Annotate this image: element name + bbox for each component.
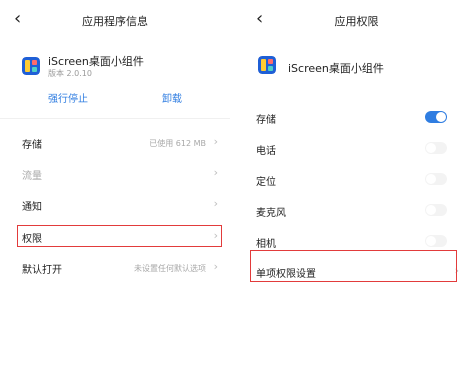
app-permissions-panel: ‹ 应用权限 iScreen桌面小组件 存储 电话 定位 麦克风 相机 单项权限…: [242, 0, 471, 374]
row-data-usage[interactable]: 流量 ›: [0, 159, 230, 187]
permissions-header: ‹ 应用权限: [242, 10, 471, 30]
permission-phone[interactable]: 电话: [242, 134, 471, 162]
chevron-right-icon: ›: [213, 166, 218, 179]
row-value: 未设置任何默认选项: [134, 264, 206, 273]
app-name: iScreen桌面小组件: [48, 55, 144, 68]
row-label: 存储: [256, 115, 276, 126]
divider: [0, 118, 230, 119]
phone-toggle[interactable]: [425, 142, 447, 154]
row-label: 存储: [22, 140, 42, 151]
force-stop-button[interactable]: 强行停止: [48, 90, 88, 105]
row-label: 定位: [256, 177, 276, 188]
permission-storage[interactable]: 存储: [242, 103, 471, 131]
highlight-box: [250, 250, 457, 282]
app-name: iScreen桌面小组件: [288, 62, 384, 75]
uninstall-button[interactable]: 卸载: [162, 90, 182, 105]
row-label: 通知: [22, 202, 42, 213]
app-summary: iScreen桌面小组件 版本 2.0.10: [0, 52, 230, 80]
chevron-right-icon: ›: [213, 260, 218, 273]
row-notifications[interactable]: 通知 ›: [0, 190, 230, 218]
app-info-panel: ‹ 应用程序信息 iScreen桌面小组件 版本 2.0.10 强行停止 卸载 …: [0, 0, 230, 374]
iscreen-app-icon: [258, 56, 276, 74]
microphone-toggle[interactable]: [425, 204, 447, 216]
row-storage[interactable]: 存储 已使用 612 MB ›: [0, 128, 230, 156]
app-info-header: ‹ 应用程序信息: [0, 10, 230, 30]
toggle-knob: [426, 143, 436, 153]
permission-microphone[interactable]: 麦克风: [242, 196, 471, 224]
row-label: 相机: [256, 239, 276, 250]
row-value: 已使用 612 MB: [149, 139, 206, 148]
page-title: 应用程序信息: [82, 15, 148, 28]
row-label: 默认打开: [22, 265, 62, 276]
iscreen-app-icon: [22, 57, 40, 75]
toggle-knob: [436, 112, 446, 122]
row-label: 电话: [256, 146, 276, 157]
storage-toggle[interactable]: [425, 111, 447, 123]
toggle-knob: [426, 205, 436, 215]
camera-toggle[interactable]: [425, 235, 447, 247]
row-default-open[interactable]: 默认打开 未设置任何默认选项 ›: [0, 253, 230, 281]
chevron-right-icon: ›: [213, 135, 218, 148]
page-title: 应用权限: [334, 15, 379, 28]
highlight-box: [17, 225, 222, 247]
permission-location[interactable]: 定位: [242, 165, 471, 193]
row-label: 麦克风: [256, 208, 286, 219]
app-version: 版本 2.0.10: [48, 69, 92, 78]
toggle-knob: [426, 174, 436, 184]
row-label: 流量: [22, 171, 42, 182]
app-summary: iScreen桌面小组件: [242, 55, 471, 83]
location-toggle[interactable]: [425, 173, 447, 185]
chevron-right-icon: ›: [213, 197, 218, 210]
toggle-knob: [426, 236, 436, 246]
